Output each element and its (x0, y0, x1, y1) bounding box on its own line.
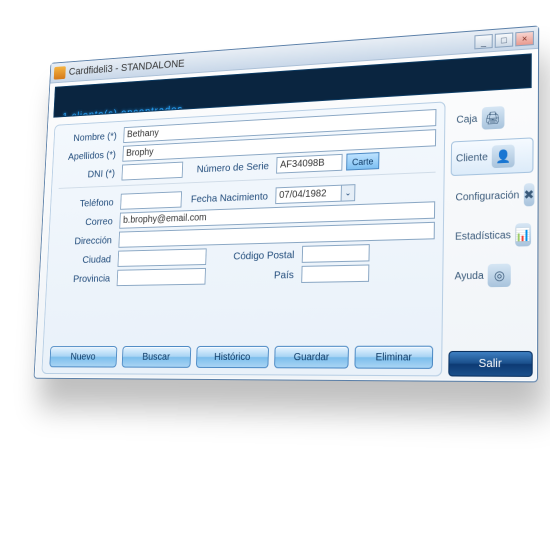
pais-input[interactable] (301, 264, 369, 283)
label-apellidos: Apellidos (*) (60, 148, 120, 162)
buscar-button[interactable]: Buscar (121, 346, 191, 368)
help-icon: ◎ (488, 264, 511, 288)
sidebar-label-stats: Estadísticas (455, 229, 511, 242)
provincia-input[interactable] (117, 268, 206, 286)
label-nombre: Nombre (*) (61, 130, 120, 144)
label-telefono: Teléfono (58, 196, 118, 210)
client-form: Nombre (*) Apellidos (*) DNI (*) Número … (41, 101, 445, 376)
numserie-input[interactable] (276, 154, 343, 174)
minimize-button[interactable]: _ (474, 33, 492, 48)
user-icon: 👤 (492, 144, 515, 168)
chart-icon: 📊 (515, 223, 531, 247)
label-ciudad: Ciudad (55, 253, 115, 266)
app-window: Cardfideli3 - STANDALONE _ □ × 1 cliente… (34, 25, 540, 382)
chevron-down-icon[interactable]: ⌄ (342, 184, 356, 202)
label-direccion: Dirección (56, 234, 116, 247)
sidebar-label-config: Configuración (455, 189, 519, 203)
guardar-button[interactable]: Guardar (274, 346, 350, 369)
label-fnac: Fecha Nacimiento (185, 190, 272, 205)
sidebar: Caja 🖨 Cliente 👤 Configuración ✖ Estadís… (446, 92, 538, 382)
cp-input[interactable] (302, 244, 370, 263)
label-pais: País (209, 268, 298, 282)
eliminar-button[interactable]: Eliminar (355, 346, 433, 369)
telefono-input[interactable] (120, 191, 182, 210)
sidebar-item-cliente[interactable]: Cliente 👤 (451, 137, 534, 176)
sidebar-label-ayuda: Ayuda (455, 270, 484, 282)
label-correo: Correo (57, 215, 117, 228)
close-button[interactable]: × (515, 30, 534, 46)
sidebar-label-cliente: Cliente (456, 151, 488, 164)
sidebar-item-ayuda[interactable]: Ayuda ◎ (449, 257, 533, 294)
register-icon: 🖨 (481, 106, 504, 130)
ciudad-input[interactable] (118, 248, 207, 267)
nuevo-button[interactable]: Nuevo (49, 346, 117, 367)
sidebar-item-caja[interactable]: Caja 🖨 (451, 98, 534, 137)
salir-button[interactable]: Salir (448, 351, 533, 377)
carte-button[interactable]: Carte (346, 152, 379, 170)
label-provincia: Provincia (54, 272, 114, 285)
maximize-button[interactable]: □ (495, 32, 514, 47)
dni-input[interactable] (121, 162, 183, 181)
historico-button[interactable]: Histórico (196, 346, 269, 368)
label-dni: DNI (*) (59, 167, 119, 181)
sidebar-item-config[interactable]: Configuración ✖ (450, 177, 533, 215)
sidebar-item-stats[interactable]: Estadísticas 📊 (450, 217, 534, 255)
tools-icon: ✖ (524, 183, 535, 206)
label-cp: Código Postal (210, 248, 299, 262)
label-numserie: Número de Serie (186, 160, 273, 176)
app-icon (54, 66, 66, 80)
sidebar-label-caja: Caja (456, 113, 477, 125)
fnac-input[interactable] (275, 185, 342, 204)
